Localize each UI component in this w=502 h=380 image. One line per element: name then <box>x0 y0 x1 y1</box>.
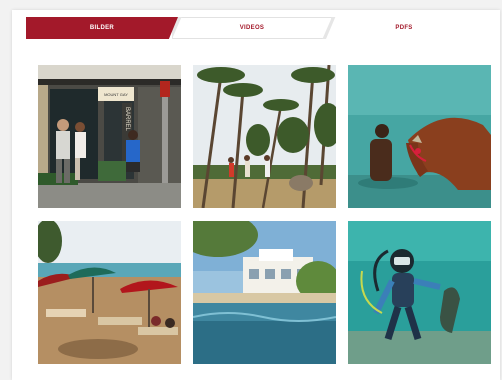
tab-pdfs[interactable]: PDFS <box>326 17 482 39</box>
photo-horse-sea[interactable] <box>348 65 491 208</box>
photo-beachfront-villa[interactable] <box>193 221 336 364</box>
photo-street-cafe[interactable]: MOUNT GAY BARREL <box>38 65 181 208</box>
tab-bilder[interactable]: BILDER <box>26 17 178 39</box>
photo-vertical-sign: BARREL <box>124 107 130 132</box>
photo-diver[interactable] <box>348 221 491 364</box>
tab-pdfs-label: PDFS <box>395 25 413 31</box>
tab-videos-label: VIDEOS <box>239 25 265 31</box>
photo-sign-text: MOUNT GAY <box>104 92 128 97</box>
media-tab-bar: VIDEOS PDFS BILDER <box>26 17 482 39</box>
tab-videos[interactable]: VIDEOS <box>172 17 332 39</box>
tab-bilder-label: BILDER <box>89 25 115 31</box>
photo-beach-umbrellas[interactable] <box>38 221 181 364</box>
photo-palm-beach[interactable] <box>193 65 336 208</box>
